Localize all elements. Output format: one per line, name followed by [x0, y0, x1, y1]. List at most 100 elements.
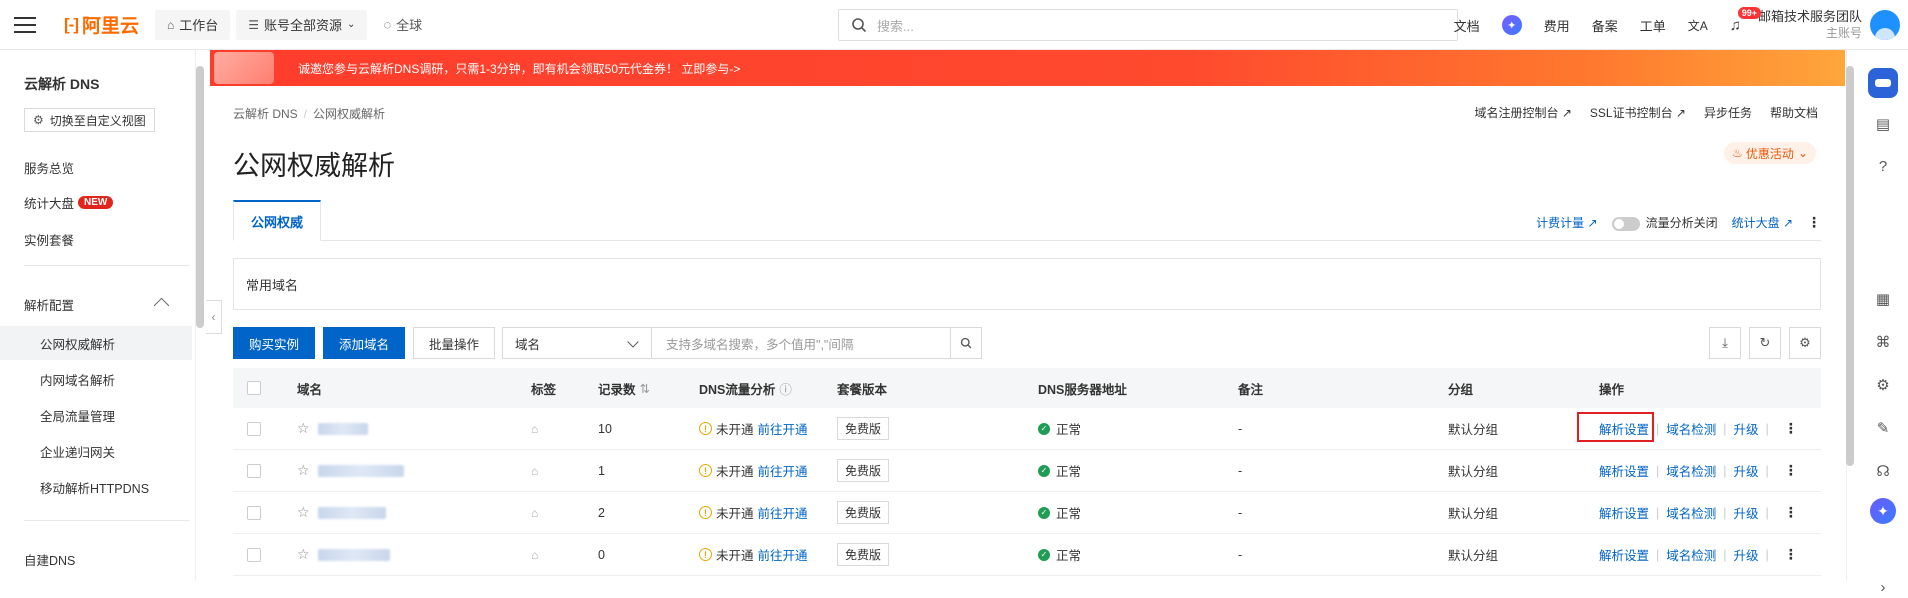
chevron-right-icon[interactable]: › — [1872, 576, 1894, 598]
settings-icon[interactable]: ⚙ — [1872, 374, 1894, 396]
sidebar-item-self-dns[interactable]: 自建DNS — [24, 550, 75, 569]
help-docs-link[interactable]: 帮助文档 — [1770, 104, 1818, 121]
ssl-console-link[interactable]: SSL证书控制台 ↗ — [1590, 104, 1686, 121]
star-icon[interactable]: ☆ — [297, 504, 310, 521]
promo-dropdown[interactable]: ♨ 优惠活动 ⌄ — [1724, 142, 1816, 164]
menu-icon[interactable] — [0, 0, 50, 50]
help-icon[interactable]: ? — [1872, 155, 1894, 177]
language-icon[interactable]: 文A — [1688, 17, 1708, 34]
row-checkbox[interactable] — [247, 505, 261, 520]
sidebar-group-parse-config[interactable]: 解析配置 — [24, 295, 74, 314]
more-icon[interactable]: ⋮ — [1784, 420, 1798, 437]
upgrade-link[interactable]: 升级 — [1734, 545, 1759, 564]
refresh-icon[interactable]: ↻ — [1749, 327, 1781, 359]
billing-link[interactable]: 费用 — [1544, 16, 1570, 35]
dns-settings-link[interactable]: 解析设置 — [1599, 503, 1649, 522]
row-checkbox[interactable] — [247, 421, 261, 436]
breadcrumb-root[interactable]: 云解析 DNS — [233, 107, 298, 121]
avatar[interactable] — [1870, 10, 1900, 40]
tab-public-authority[interactable]: 公网权威 — [233, 200, 321, 241]
domain-check-link[interactable]: 域名检测 — [1666, 419, 1716, 438]
row-checkbox[interactable] — [247, 547, 261, 562]
batch-operation-button[interactable]: 批量操作 — [413, 327, 495, 359]
upgrade-link[interactable]: 升级 — [1734, 461, 1759, 480]
search-field-select[interactable]: 域名 — [502, 327, 652, 359]
sidebar-scrollbar[interactable] — [196, 66, 204, 328]
help-icon[interactable]: ⓘ — [779, 379, 792, 398]
workbench-button[interactable]: ⌂ 工作台 — [155, 9, 231, 40]
stats-dashboard-link[interactable]: 统计大盘 ↗ — [1732, 214, 1793, 231]
page-scrollbar[interactable] — [1846, 66, 1854, 466]
domain-name-blurred[interactable] — [317, 506, 386, 519]
more-icon[interactable]: ⋮ — [1807, 214, 1821, 231]
sidebar-item-public-dns[interactable]: 公网权威解析 — [0, 326, 192, 360]
select-all-checkbox[interactable] — [247, 381, 261, 395]
row-checkbox[interactable] — [247, 463, 261, 478]
region-selector[interactable]: ◌ 全球 — [373, 10, 432, 40]
domain-search-input[interactable]: 支持多域名搜索，多个值用","间隔 — [651, 327, 951, 359]
sidebar-item-instances[interactable]: 实例套餐 — [24, 230, 74, 249]
sidebar-item-overview[interactable]: 服务总览 — [24, 158, 74, 177]
star-icon[interactable]: ☆ — [297, 462, 310, 479]
upgrade-link[interactable]: 升级 — [1734, 419, 1759, 438]
sidebar-item-private-dns[interactable]: 内网域名解析 — [0, 362, 192, 396]
sidebar-item-recursive-gateway[interactable]: 企业递归网关 — [0, 434, 192, 468]
col-records[interactable]: 记录数 ⇅ — [598, 368, 650, 408]
enable-traffic-link[interactable]: 前往开通 — [758, 419, 808, 438]
more-icon[interactable]: ⋮ — [1784, 546, 1798, 563]
enable-traffic-link[interactable]: 前往开通 — [758, 545, 808, 564]
col-domain[interactable]: 域名 — [297, 368, 322, 408]
add-domain-button[interactable]: 添加域名 — [323, 327, 405, 359]
sort-icon[interactable]: ⇅ — [640, 381, 650, 396]
sidebar-item-stats[interactable]: 统计大盘 NEW — [24, 193, 114, 212]
domain-name-blurred[interactable] — [317, 422, 368, 435]
aliyun-logo[interactable]: [-] 阿里云 — [64, 11, 139, 38]
enable-traffic-link[interactable]: 前往开通 — [758, 503, 808, 522]
resources-dropdown[interactable]: ☰ 账号全部资源 ⌄ — [236, 9, 368, 40]
tag-icon[interactable]: ⌂ — [531, 464, 538, 478]
tag-icon[interactable]: ⌂ — [531, 548, 538, 562]
dns-settings-link[interactable]: 解析设置 — [1599, 545, 1649, 564]
assistant-robot-icon[interactable] — [1868, 68, 1898, 98]
sidebar-item-gtm[interactable]: 全局流量管理 — [0, 398, 192, 432]
table-icon[interactable]: ▤ — [1872, 113, 1894, 135]
tag-icon[interactable]: ⌂ — [531, 506, 538, 520]
more-icon[interactable]: ⋮ — [1784, 462, 1798, 479]
toggle-switch[interactable] — [1611, 216, 1640, 231]
ticket-link[interactable]: 工单 — [1640, 16, 1666, 35]
edit-icon[interactable]: ✎ — [1872, 417, 1894, 439]
upgrade-link[interactable]: 升级 — [1734, 503, 1759, 522]
notification-bell-icon[interactable]: ♫ 99+ — [1730, 6, 1762, 34]
settings-icon[interactable]: ⚙ — [1789, 327, 1821, 359]
dns-settings-link[interactable]: 解析设置 — [1599, 461, 1649, 480]
sidebar-item-httpdns[interactable]: 移动解析HTTPDNS — [0, 470, 192, 504]
icp-link[interactable]: 备案 — [1592, 16, 1618, 35]
tag-icon[interactable]: ⌂ — [531, 422, 538, 436]
chevron-up-icon[interactable] — [153, 297, 170, 314]
async-tasks-link[interactable]: 异步任务 — [1704, 104, 1752, 121]
star-icon[interactable]: ☆ — [297, 420, 310, 437]
sparkle-icon[interactable]: ✦ — [1870, 498, 1896, 524]
download-icon[interactable]: ⤓ — [1709, 327, 1741, 359]
docs-link[interactable]: 文档 — [1454, 16, 1480, 35]
billing-metering-link[interactable]: 计费计量 ↗ — [1536, 214, 1597, 231]
search-button[interactable] — [950, 327, 982, 359]
domain-name-blurred[interactable] — [317, 548, 390, 561]
code-icon[interactable]: ⌘ — [1872, 331, 1894, 353]
global-search[interactable]: 搜索... — [838, 9, 1458, 41]
account-info[interactable]: 邮箱技术服务团队 主账号 — [1758, 9, 1862, 41]
domain-console-link[interactable]: 域名注册控制台 ↗ — [1474, 104, 1571, 121]
ai-assistant-icon[interactable]: ✦ — [1501, 15, 1522, 35]
buy-instance-button[interactable]: 购买实例 — [233, 327, 315, 359]
domain-name-blurred[interactable] — [317, 464, 404, 477]
enable-traffic-link[interactable]: 前往开通 — [758, 461, 808, 480]
domain-check-link[interactable]: 域名检测 — [1666, 503, 1716, 522]
survey-banner[interactable]: 诚邀您参与云解析DNS调研，只需1-3分钟，即有机会领取50元代金券！ 立即参与… — [210, 50, 1845, 86]
headset-icon[interactable]: ☊ — [1872, 460, 1894, 482]
collapse-sidebar-button[interactable]: ‹ — [206, 300, 222, 334]
star-icon[interactable]: ☆ — [297, 546, 310, 563]
more-icon[interactable]: ⋮ — [1784, 504, 1798, 521]
document-icon[interactable]: ▦ — [1872, 288, 1894, 310]
traffic-analysis-toggle[interactable]: 流量分析关闭 — [1611, 214, 1718, 231]
domain-check-link[interactable]: 域名检测 — [1666, 545, 1716, 564]
